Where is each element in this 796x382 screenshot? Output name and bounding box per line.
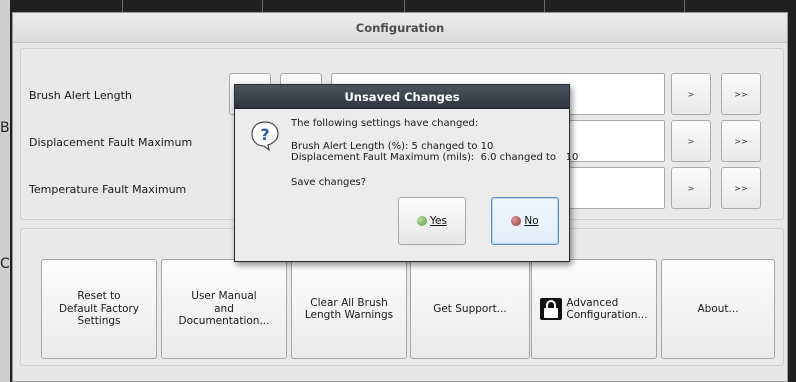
background-side-column (0, 0, 10, 382)
background-label: B (0, 120, 10, 136)
temperature-fault-maximum-field[interactable] (557, 167, 665, 209)
red-dot-icon (511, 216, 522, 226)
no-button-label: No (524, 215, 539, 227)
no-button[interactable]: No (491, 197, 559, 245)
brush-alert-next-button[interactable]: > (671, 73, 711, 115)
get-support-button[interactable]: Get Support... (410, 259, 530, 359)
question-icon: ? (251, 121, 279, 151)
temperature-fault-maximum-label: Temperature Fault Maximum (29, 183, 187, 196)
green-dot-icon (417, 216, 428, 226)
dialog-prompt-text: Save changes? (291, 177, 367, 188)
displacement-fault-maximum-label: Displacement Fault Maximum (29, 136, 193, 149)
clear-brush-warnings-button[interactable]: Clear All Brush Length Warnings (291, 259, 407, 359)
reset-default-settings-button[interactable]: Reset to Default Factory Settings (41, 259, 157, 359)
background-label: C (0, 256, 10, 272)
dialog-title: Unsaved Changes (235, 85, 569, 109)
window-title: Configuration (13, 13, 787, 43)
svg-text:?: ? (260, 125, 269, 144)
about-button[interactable]: About... (661, 259, 775, 359)
dialog-change-line: Displacement Fault Maximum (mils): 6.0 c… (291, 152, 579, 163)
displacement-last-button[interactable]: >> (721, 120, 761, 162)
brush-alert-last-button[interactable]: >> (721, 73, 761, 115)
advanced-configuration-label: Advanced Configuration... (566, 296, 648, 322)
advanced-configuration-button[interactable]: Advanced Configuration... (531, 259, 657, 359)
temperature-next-button[interactable]: > (671, 167, 711, 209)
temperature-last-button[interactable]: >> (721, 167, 761, 209)
displacement-next-button[interactable]: > (671, 120, 711, 162)
user-manual-button[interactable]: User Manual and Documentation... (161, 259, 287, 359)
unsaved-changes-dialog: Unsaved Changes ? The following settings… (234, 84, 578, 262)
yes-button-label: Yes (430, 215, 447, 227)
yes-button[interactable]: Yes (398, 197, 466, 245)
dialog-change-line: Brush Alert Length (%): 5 changed to 10 (291, 141, 494, 152)
brush-alert-length-label: Brush Alert Length (29, 89, 132, 102)
dialog-intro-text: The following settings have changed: (291, 118, 479, 129)
lock-icon (540, 298, 563, 320)
